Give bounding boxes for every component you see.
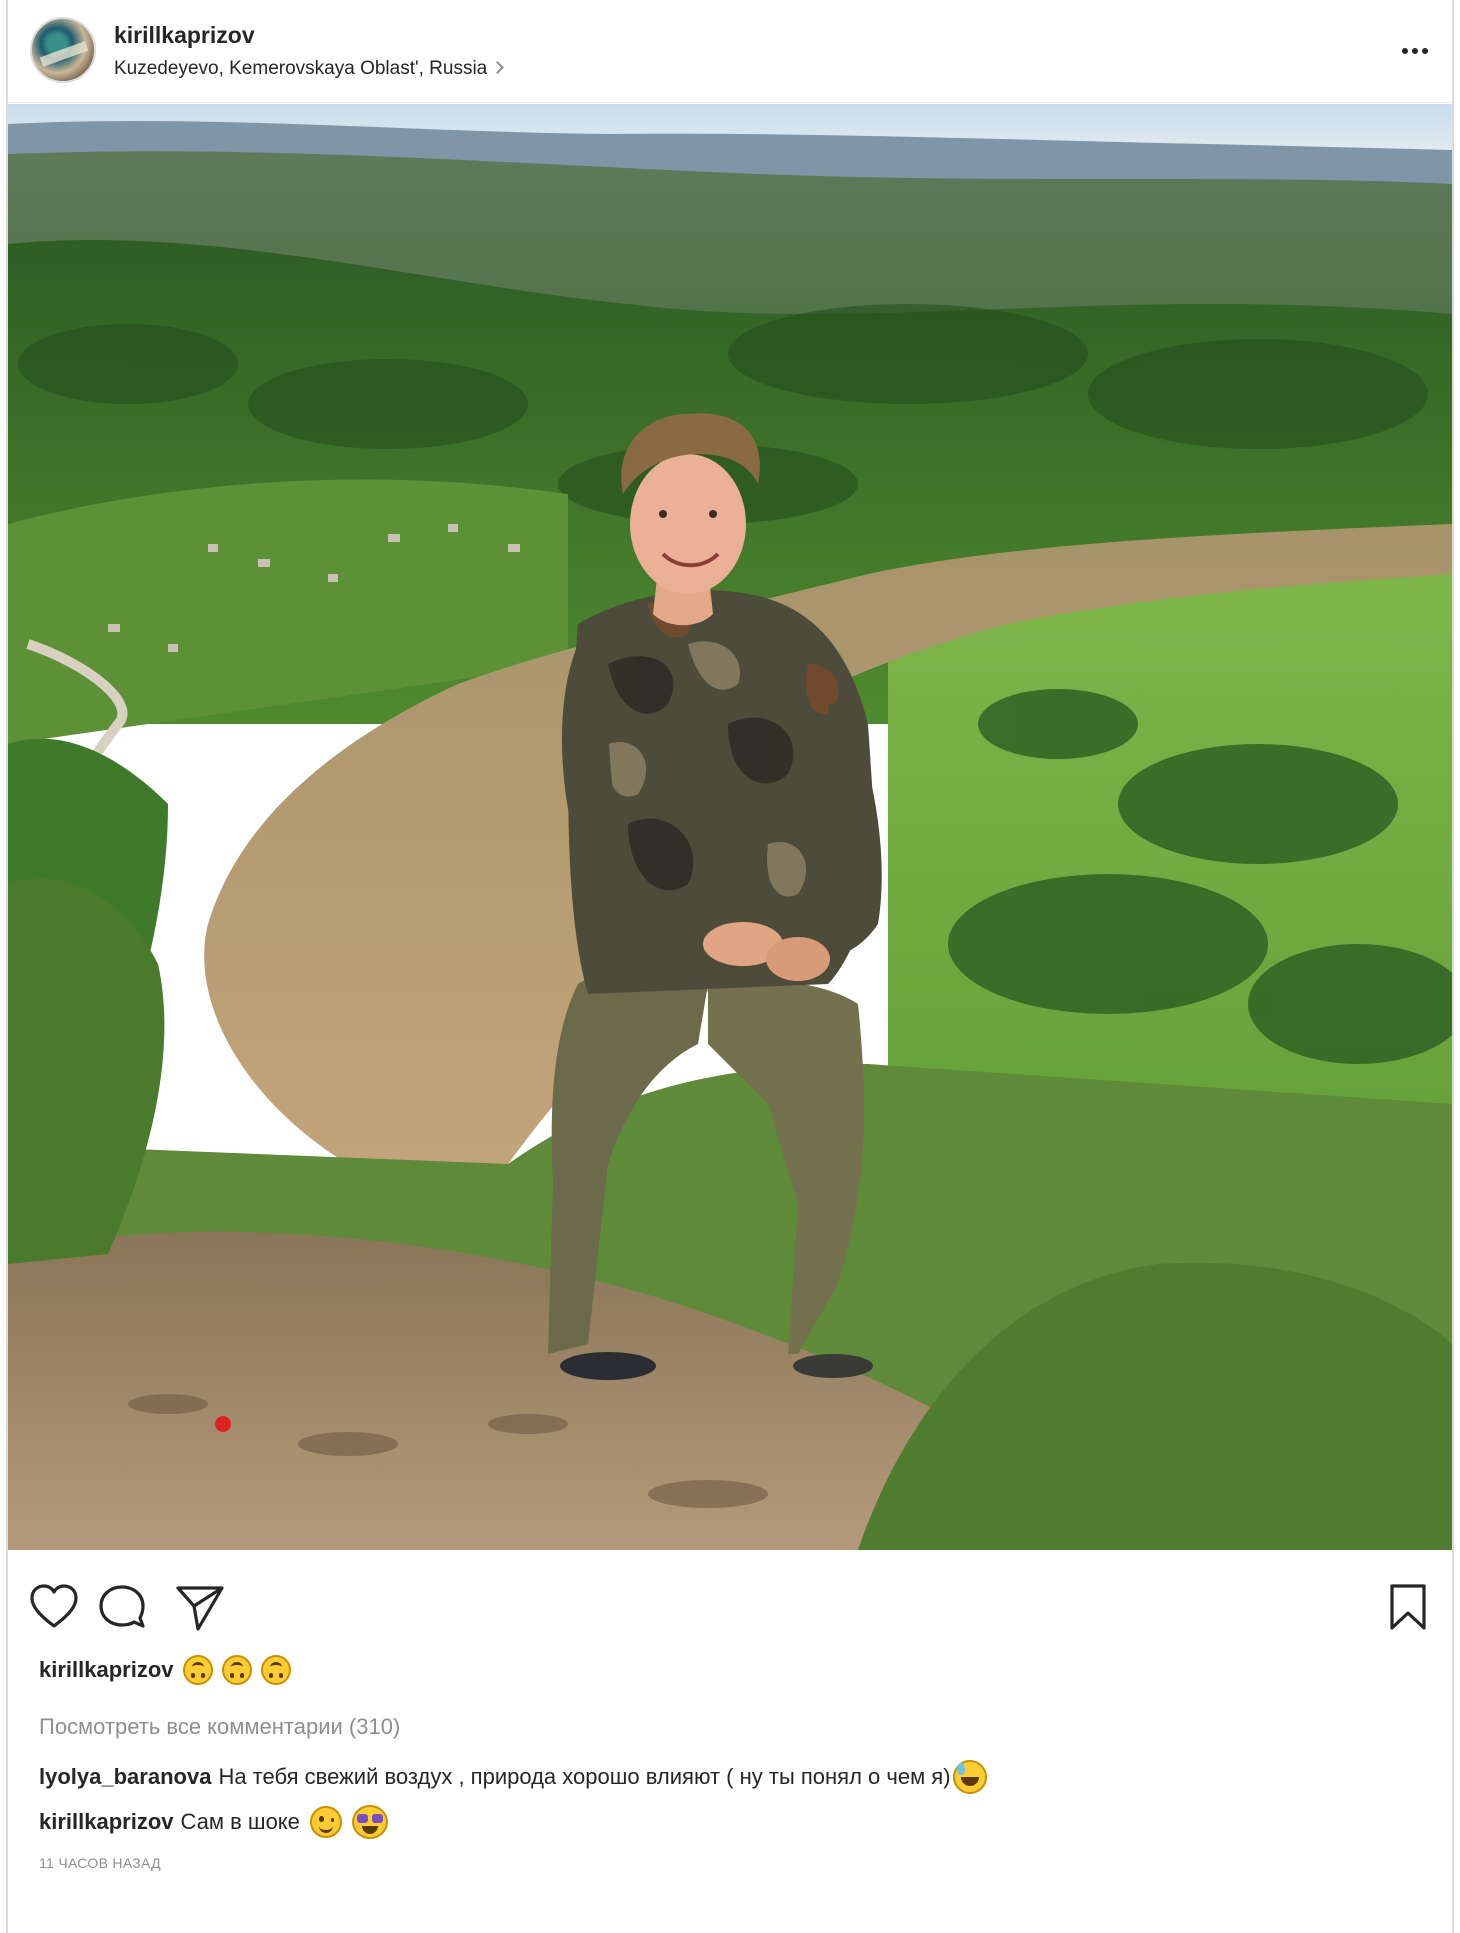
comment-button[interactable] xyxy=(96,1582,148,1634)
comment-username[interactable]: kirillkaprizov xyxy=(39,1809,174,1835)
post-timestamp[interactable]: 11 ЧАСОВ НАЗАД xyxy=(39,1855,161,1871)
save-button[interactable] xyxy=(1382,1582,1434,1634)
post-photo[interactable] xyxy=(8,104,1452,1550)
send-icon xyxy=(176,1586,224,1631)
star-struck-icon xyxy=(351,1805,388,1839)
comment-text: Сам в шоке xyxy=(180,1809,300,1834)
post-username[interactable]: kirillkaprizov xyxy=(114,22,255,49)
heart-icon xyxy=(30,1584,78,1628)
photo-landscape xyxy=(8,104,1452,1550)
post-location[interactable]: Kuzedeyevo, Kemerovskaya Oblast', Russia xyxy=(114,58,505,80)
comment-item: lyolya_baranova На тебя свежий воздух , … xyxy=(39,1760,987,1794)
share-button[interactable] xyxy=(174,1582,226,1634)
winking-face-icon xyxy=(309,1806,342,1838)
grinning-sweat-icon xyxy=(952,1760,987,1794)
post-header: kirillkaprizov Kuzedeyevo, Kemerovskaya … xyxy=(8,0,1452,103)
comment-text: На тебя свежий воздух , природа хорошо в… xyxy=(218,1764,951,1789)
like-button[interactable] xyxy=(28,1582,80,1634)
more-options-button[interactable] xyxy=(1393,40,1437,62)
upside-down-face-icon xyxy=(260,1655,291,1685)
comment-username[interactable]: lyolya_baranova xyxy=(39,1764,211,1790)
post-actions xyxy=(8,1560,1452,1642)
chevron-right-icon xyxy=(491,61,505,74)
post-card: kirillkaprizov Kuzedeyevo, Kemerovskaya … xyxy=(6,0,1454,1933)
post-caption: kirillkaprizov xyxy=(39,1655,291,1685)
upside-down-face-icon xyxy=(221,1655,252,1685)
more-horizontal-icon xyxy=(1402,48,1408,54)
comment-icon xyxy=(99,1585,145,1628)
avatar[interactable] xyxy=(30,17,96,83)
comment-item: kirillkaprizov Сам в шоке xyxy=(39,1805,388,1839)
location-text[interactable]: Kuzedeyevo, Kemerovskaya Oblast', Russia xyxy=(114,58,487,79)
upside-down-face-icon xyxy=(182,1655,213,1685)
bookmark-icon xyxy=(1390,1584,1426,1630)
view-all-comments-link[interactable]: Посмотреть все комментарии (310) xyxy=(39,1714,400,1740)
caption-username[interactable]: kirillkaprizov xyxy=(39,1657,174,1683)
